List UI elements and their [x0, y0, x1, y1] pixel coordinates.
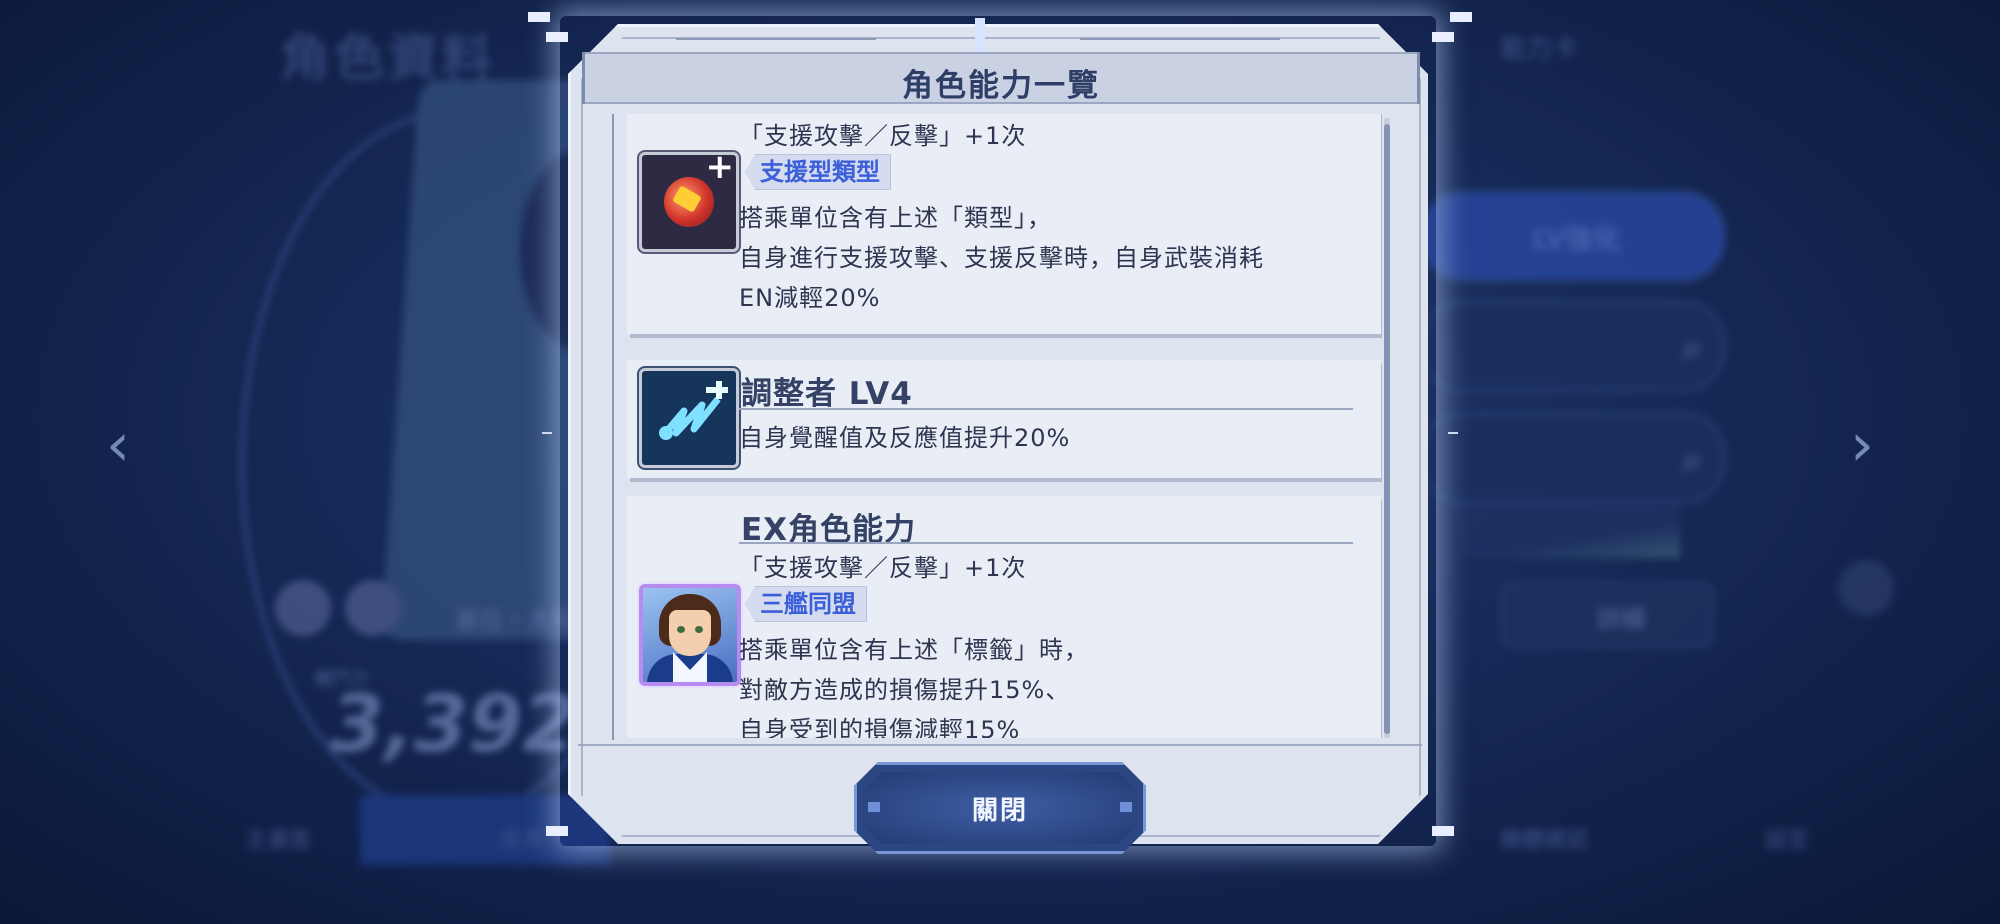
frame-corner-tick [546, 32, 568, 42]
character-portrait [639, 584, 741, 686]
frame-corner-tick [546, 826, 568, 836]
bg-gauge [1460, 506, 1680, 558]
bg-detail-button: 詳細 [1500, 582, 1714, 648]
bg-tab-far-right: 設定 [1765, 828, 1810, 853]
ability-card-coordinator: 調整者 LV4 自身覺醒值及反應值提升20% [627, 360, 1381, 478]
bg-next-arrow-icon: › [1850, 410, 1874, 480]
ability-card-ex: EX角色能力 「支援攻擊／反擊」+1次 三艦同盟 搭乘單位含有上述「標籤」時， … [627, 496, 1381, 738]
bg-tab-home: 主畫面 [245, 828, 312, 853]
close-button[interactable]: 關閉 [854, 762, 1146, 854]
ability-description-line: 搭乘單位含有上述「類型」， [739, 204, 1052, 232]
bg-search-icon: ⌕ [1681, 437, 1703, 481]
ability-tag: 三艦同盟 [745, 586, 867, 622]
ability-tag: 支援型類型 [745, 154, 891, 190]
ability-description-line: 自身受到的損傷減輕15% [739, 716, 1021, 738]
heading-rule [739, 408, 1353, 410]
ability-description-line: 對敵方造成的損傷提升15%、 [739, 676, 1071, 704]
heading-rule [739, 542, 1353, 544]
bg-prev-arrow-icon: ‹ [106, 410, 130, 480]
dialog-top-marker [975, 18, 985, 56]
frame-side-tick [542, 432, 552, 434]
frame-corner-tick [1432, 826, 1454, 836]
bg-pilot-name: 基拉・大和 [455, 606, 575, 634]
ability-description-line: 自身覺醒值及反應值提升20% [739, 424, 1071, 452]
frame-corner-tick [1432, 32, 1454, 42]
ability-description-line: EN減輕20% [739, 284, 881, 312]
bg-currency-label: 能力卡 [1500, 34, 1579, 64]
bg-search-pill: ⌕ [1420, 300, 1726, 392]
dialog-top-line [1080, 38, 1280, 40]
list-bottom-divider [578, 744, 1422, 746]
bg-power-value: 3,392 [330, 680, 577, 770]
bg-attribute-icon [275, 580, 331, 636]
ability-heading: 調整者 LV4 [741, 376, 913, 412]
bg-detail-label: 詳細 [1597, 605, 1645, 633]
list-scrollbar-thumb[interactable] [1384, 124, 1390, 734]
close-button-label: 關閉 [971, 796, 1028, 826]
bg-search-pill: ⌕ [1420, 412, 1726, 504]
bg-tab-right: 機體確認 [1500, 828, 1589, 853]
ability-card-support-type: 「支援攻擊／反擊」+1次 + 支援型類型 搭乘單位含有上述「類型」， 自身進行支… [627, 114, 1381, 334]
bg-search-icon: ⌕ [1681, 325, 1703, 369]
support-type-icon: + [639, 147, 739, 252]
ability-support-count: 「支援攻擊／反擊」+1次 [739, 554, 1027, 582]
bg-lv-button: LV強化 [1420, 190, 1726, 282]
ability-description-line: 自身進行支援攻擊、支援反擊時，自身武裝消耗 [739, 244, 1264, 272]
bg-tab-other: 成長 [500, 828, 545, 853]
dialog-title-bar: 角色能力一覽 [582, 52, 1420, 104]
dialog-top-line [676, 38, 876, 40]
frame-corner-tick [1450, 12, 1472, 22]
frame-side-tick [1448, 432, 1458, 434]
bg-attribute-icon [345, 580, 401, 636]
dialog-title: 角色能力一覽 [902, 68, 1100, 104]
bg-lv-button-label: LV強化 [1533, 222, 1621, 255]
frame-corner-tick [528, 12, 550, 22]
ability-list[interactable]: 「支援攻擊／反擊」+1次 + 支援型類型 搭乘單位含有上述「類型」， 自身進行支… [612, 114, 1382, 738]
ability-description-line: 搭乘單位含有上述「標籤」時， [739, 636, 1089, 664]
bg-round-button [1838, 560, 1894, 616]
coordinator-icon [639, 368, 739, 468]
bg-attribute-icons [275, 580, 401, 636]
ability-support-count: 「支援攻擊／反擊」+1次 [739, 122, 1027, 150]
